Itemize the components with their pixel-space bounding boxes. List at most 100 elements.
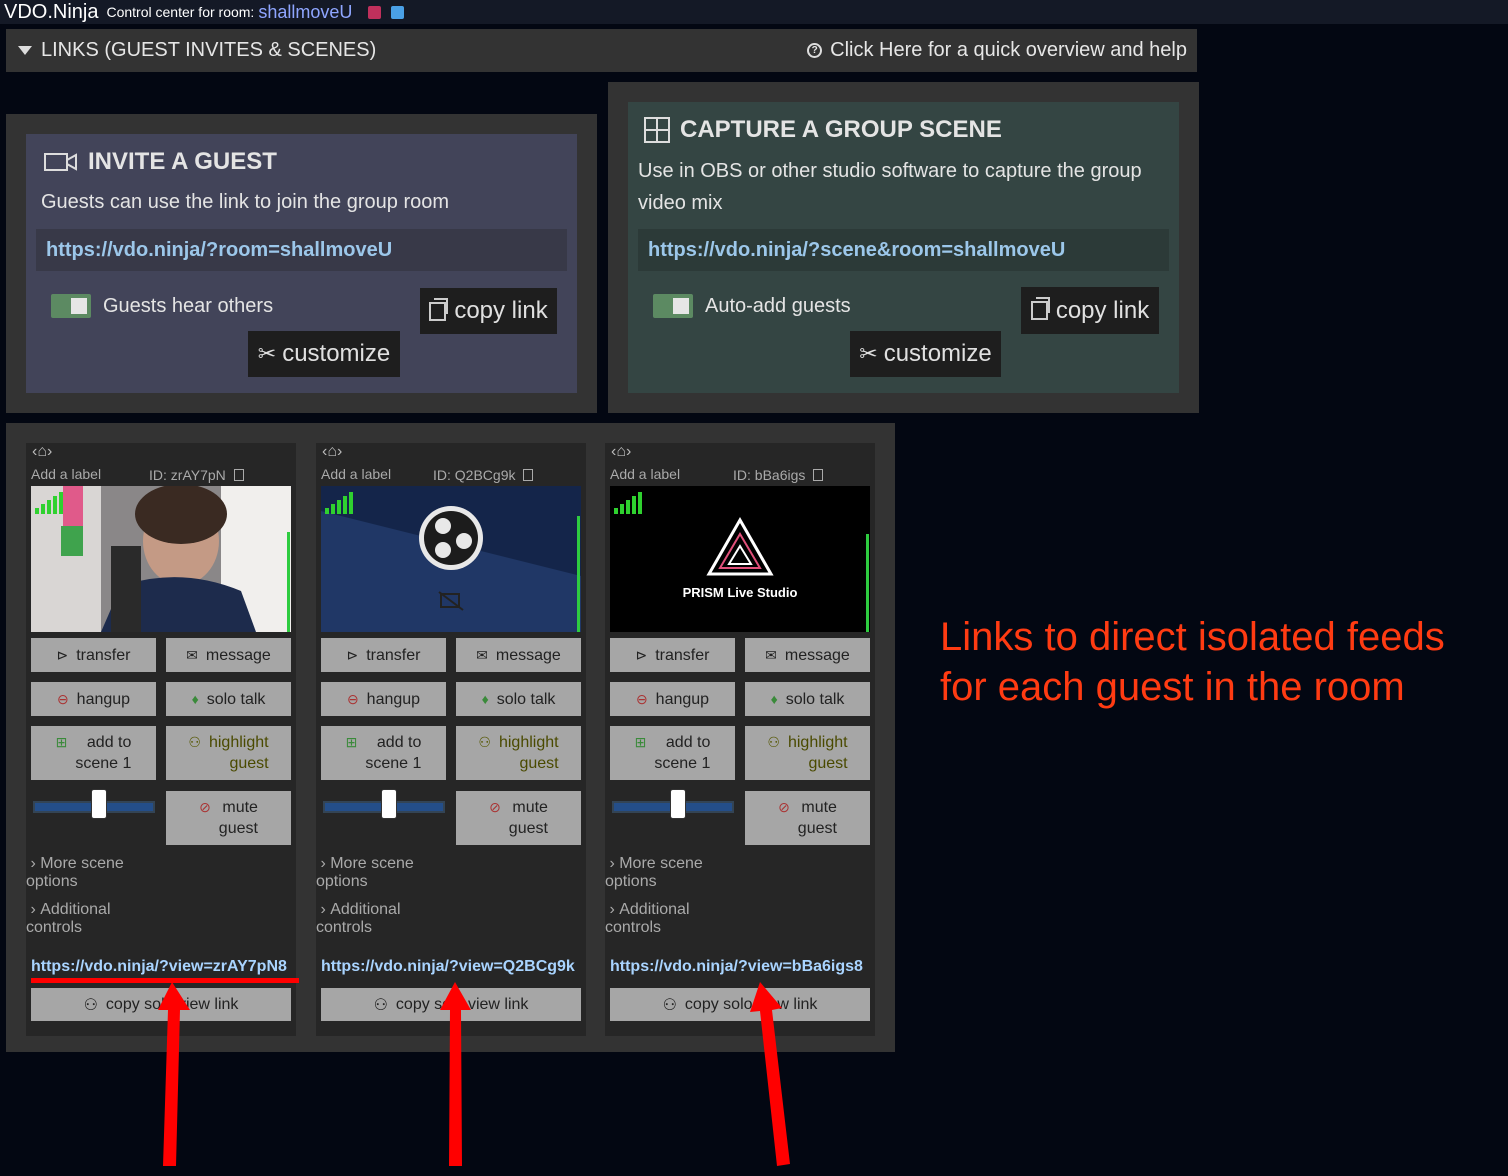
volume-slider-handle[interactable] xyxy=(91,789,107,819)
message-button[interactable]: ✉ message xyxy=(456,638,581,672)
obs-screen-image xyxy=(321,486,581,632)
add-label-link[interactable]: Add a label xyxy=(610,466,680,482)
top-bar: VDO.Ninja Control center for room: shall… xyxy=(0,0,1508,24)
invite-guest-description: Guests can use the link to join the grou… xyxy=(41,191,450,213)
webcam-image xyxy=(31,486,291,632)
guests-hear-others-toggle[interactable] xyxy=(51,294,91,318)
chevron-down-icon xyxy=(18,46,32,55)
more-scene-options-toggle[interactable]: › More scene options xyxy=(316,855,456,891)
copy-icon[interactable] xyxy=(523,469,534,481)
capture-scene-title: CAPTURE A GROUP SCENE xyxy=(680,116,1002,143)
send-icon: ⊳ xyxy=(346,646,359,663)
add-to-scene-button[interactable]: ⊞ add to scene 1 xyxy=(31,726,156,780)
copy-solo-view-link-button[interactable]: ⚇ copy solo view link xyxy=(31,988,291,1021)
guest-video[interactable]: PRISM Live Studio xyxy=(610,486,870,632)
solo-view-link[interactable]: https://vdo.ninja/?view=Q2BCg9k xyxy=(321,958,586,976)
capture-scene-card: CAPTURE A GROUP SCENE Use in OBS or othe… xyxy=(628,102,1179,393)
auto-add-guests-toggle[interactable] xyxy=(653,294,693,318)
additional-controls-toggle[interactable]: › Additional controls xyxy=(26,901,166,937)
volume-slider[interactable] xyxy=(612,789,734,819)
copy-icon[interactable] xyxy=(813,469,824,481)
tools-icon: ✂ xyxy=(257,341,277,366)
microphone-icon: ♦ xyxy=(770,690,778,707)
user-icon: ⚇ xyxy=(83,996,98,1014)
user-icon: ⚇ xyxy=(188,734,201,750)
underline-annotation xyxy=(31,978,299,983)
hangup-button[interactable]: ⊖ hangup xyxy=(31,682,156,716)
customize-invite-label: customize xyxy=(282,340,391,367)
mute-guest-button[interactable]: ⊘ mute guest xyxy=(166,791,291,845)
highlight-guest-button[interactable]: ⚇ highlight guest xyxy=(166,726,291,780)
solo-talk-button[interactable]: ♦ solo talk xyxy=(456,682,581,716)
transfer-button[interactable]: ⊳ transfer xyxy=(610,638,735,672)
hangup-button[interactable]: ⊖ hangup xyxy=(321,682,446,716)
copy-icon[interactable] xyxy=(233,469,244,481)
customize-invite-button[interactable]: ✂ customize xyxy=(248,331,400,377)
chevron-right-icon: › xyxy=(26,901,41,918)
guests-hear-others-label: Guests hear others xyxy=(103,294,274,317)
guest-id: ID: bBa6igs xyxy=(733,467,806,483)
additional-controls-toggle[interactable]: › Additional controls xyxy=(316,901,456,937)
copy-invite-link-button[interactable]: copy link xyxy=(420,288,557,334)
customize-scene-button[interactable]: ✂ customize xyxy=(850,331,1001,377)
user-icon: ⚇ xyxy=(767,734,780,750)
tools-icon: ✂ xyxy=(859,341,878,366)
links-section-title: LINKS (GUEST INVITES & SCENES) xyxy=(41,39,377,61)
help-link[interactable]: ? Click Here for a quick overview and he… xyxy=(807,39,1187,62)
invite-url[interactable]: https://vdo.ninja/?room=shallmoveU xyxy=(36,229,567,271)
mute-guest-button[interactable]: ⊘ mute guest xyxy=(456,791,581,845)
reorder-controls[interactable]: ‹⌂› xyxy=(32,443,52,461)
links-section-header[interactable]: LINKS (GUEST INVITES & SCENES) ? Click H… xyxy=(6,29,1197,72)
message-button[interactable]: ✉ message xyxy=(166,638,291,672)
guest-video[interactable] xyxy=(31,486,291,632)
hangup-icon: ⊖ xyxy=(346,690,359,707)
capture-scene-panel: CAPTURE A GROUP SCENE Use in OBS or othe… xyxy=(608,82,1199,413)
scene-url[interactable]: https://vdo.ninja/?scene&room=shallmoveU xyxy=(638,229,1169,271)
volume-slider[interactable] xyxy=(33,789,155,819)
highlight-guest-button[interactable]: ⚇ highlight guest xyxy=(456,726,581,780)
save-icon[interactable] xyxy=(368,5,382,19)
signal-strength-icon xyxy=(614,492,642,514)
transfer-button[interactable]: ⊳ transfer xyxy=(321,638,446,672)
audio-level-bar xyxy=(866,534,869,632)
hangup-button[interactable]: ⊖ hangup xyxy=(610,682,735,716)
user-icon: ⚇ xyxy=(478,734,491,750)
additional-controls-toggle[interactable]: › Additional controls xyxy=(605,901,745,937)
volume-slider-handle[interactable] xyxy=(670,789,686,819)
transfer-button[interactable]: ⊳ transfer xyxy=(31,638,156,672)
reorder-controls[interactable]: ‹⌂› xyxy=(322,443,342,461)
solo-view-link[interactable]: https://vdo.ninja/?view=zrAY7pN8 xyxy=(31,958,296,976)
mute-guest-button[interactable]: ⊘ mute guest xyxy=(745,791,870,845)
volume-slider-handle[interactable] xyxy=(381,789,397,819)
add-to-scene-button[interactable]: ⊞ add to scene 1 xyxy=(610,726,735,780)
message-button[interactable]: ✉ message xyxy=(745,638,870,672)
highlight-guest-button[interactable]: ⚇ highlight guest xyxy=(745,726,870,780)
control-center-label: Control center for room: xyxy=(106,4,255,20)
guest-video[interactable] xyxy=(321,486,581,632)
mic-off-icon: ⊘ xyxy=(489,799,501,815)
volume-slider[interactable] xyxy=(323,789,445,819)
copy-icon xyxy=(429,297,449,321)
copy-solo-view-link-button[interactable]: ⚇ copy solo view link xyxy=(321,988,581,1021)
copy-scene-link-button[interactable]: copy link xyxy=(1021,287,1159,334)
grid-icon xyxy=(644,117,670,143)
reorder-controls[interactable]: ‹⌂› xyxy=(611,443,631,461)
add-label-link[interactable]: Add a label xyxy=(31,466,101,482)
mic-off-icon: ⊘ xyxy=(778,799,790,815)
envelope-icon: ✉ xyxy=(476,646,488,663)
send-icon: ⊳ xyxy=(56,646,69,663)
envelope-icon: ✉ xyxy=(186,646,198,663)
add-box-icon: ⊞ xyxy=(55,734,68,750)
add-label-link[interactable]: Add a label xyxy=(321,466,391,482)
send-icon: ⊳ xyxy=(635,646,648,663)
prism-logo-image xyxy=(610,486,870,632)
solo-view-link[interactable]: https://vdo.ninja/?view=bBa6igs8 xyxy=(610,958,880,976)
hangup-icon: ⊖ xyxy=(635,690,648,707)
copy-solo-view-link-button[interactable]: ⚇ copy solo view link xyxy=(610,988,870,1021)
solo-talk-button[interactable]: ♦ solo talk xyxy=(745,682,870,716)
more-scene-options-toggle[interactable]: › More scene options xyxy=(605,855,745,891)
add-to-scene-button[interactable]: ⊞ add to scene 1 xyxy=(321,726,446,780)
more-scene-options-toggle[interactable]: › More scene options xyxy=(26,855,166,891)
solo-talk-button[interactable]: ♦ solo talk xyxy=(166,682,291,716)
window-icon[interactable] xyxy=(391,5,405,19)
